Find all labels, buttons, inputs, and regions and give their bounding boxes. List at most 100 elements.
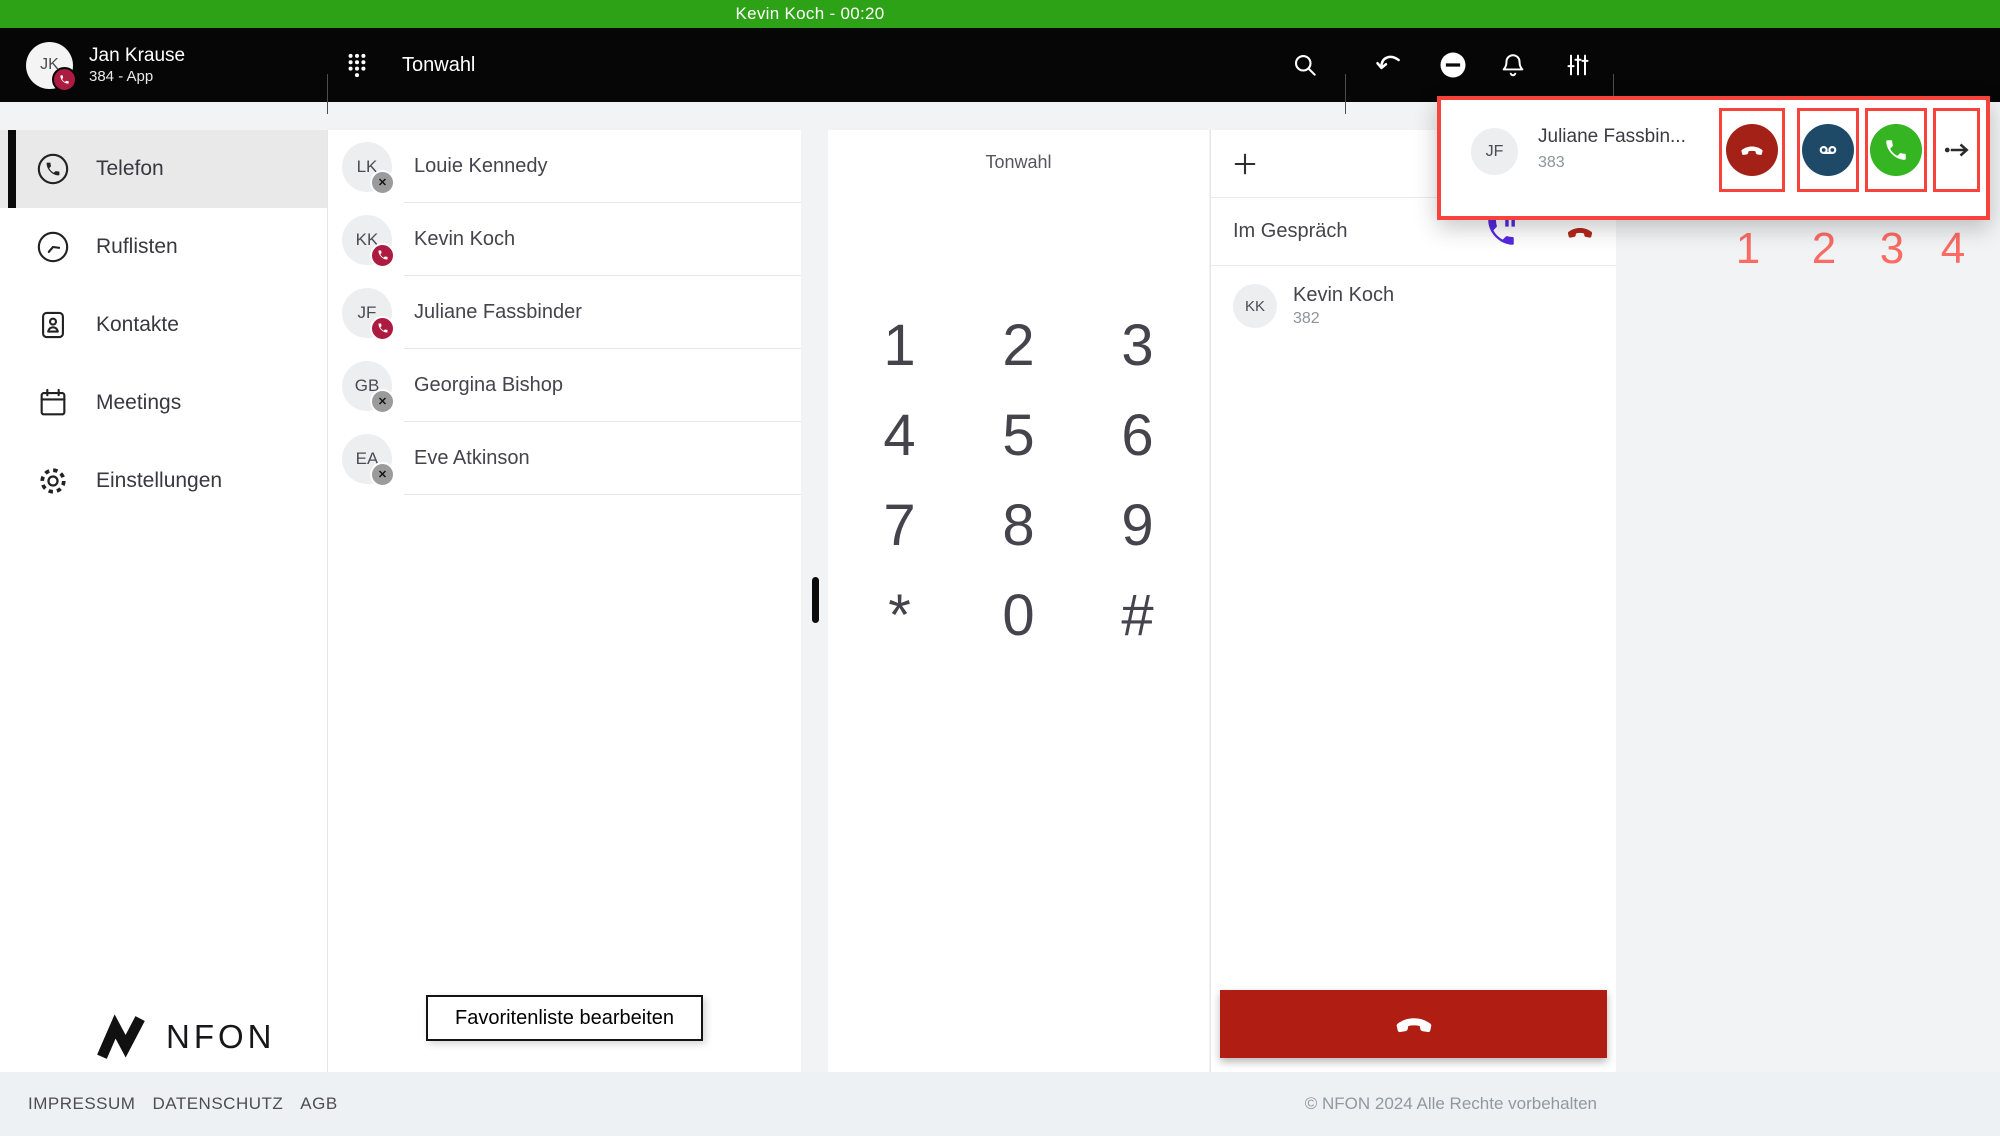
sidebar-item-label: Ruflisten — [96, 235, 178, 259]
sidebar-item-ruflisten[interactable]: Ruflisten — [0, 208, 327, 286]
sidebar-item-label: Einstellungen — [96, 469, 222, 493]
favorite-georgina-bishop[interactable]: GB ✕ Georgina Bishop — [328, 349, 801, 422]
audio-settings-sliders-icon[interactable] — [1562, 49, 1594, 81]
key-6[interactable]: 6 — [1078, 390, 1197, 480]
dialpad-panel: Tonwahl 1 2 3 4 5 6 7 8 9 * 0 # — [828, 130, 1209, 1072]
active-call-entry[interactable]: KK Kevin Koch 382 — [1211, 282, 1616, 330]
key-4[interactable]: 4 — [840, 390, 959, 480]
favorite-name: Louie Kennedy — [414, 155, 547, 178]
footer: IMPRESSUM DATENSCHUTZ AGB © NFON 2024 Al… — [0, 1072, 2000, 1136]
sidebar-item-einstellungen[interactable]: Einstellungen — [0, 442, 327, 520]
avatar: JK — [26, 42, 73, 89]
column-resize-handle[interactable] — [812, 577, 819, 623]
annotation-number-1: 1 — [1736, 224, 1760, 274]
key-5[interactable]: 5 — [959, 390, 1078, 480]
copyright-text: © NFON 2024 Alle Rechte vorbehalten — [1305, 1072, 1597, 1136]
remove-favorite-icon[interactable]: ✕ — [370, 170, 395, 195]
in-call-badge — [52, 67, 77, 92]
favorite-eve-atkinson[interactable]: EA ✕ Eve Atkinson — [328, 422, 801, 495]
accept-call-button[interactable] — [1870, 124, 1922, 176]
send-to-voicemail-button[interactable] — [1802, 124, 1854, 176]
sidebar-item-meetings[interactable]: Meetings — [0, 364, 327, 442]
call-contact-name: Kevin Koch — [1293, 282, 1394, 308]
favorite-name: Juliane Fassbinder — [414, 301, 582, 324]
decline-call-button[interactable] — [1726, 124, 1778, 176]
edit-favorites-button[interactable]: Favoritenliste bearbeiten — [426, 995, 703, 1041]
search-icon[interactable] — [1289, 49, 1321, 81]
phone-icon — [36, 152, 70, 186]
annotation-numbers: 1 2 3 4 — [1437, 224, 1990, 274]
user-name: Jan Krause — [89, 44, 185, 67]
hangup-icon — [1738, 136, 1766, 164]
key-2[interactable]: 2 — [959, 300, 1078, 390]
favorite-louie-kennedy[interactable]: LK ✕ Louie Kennedy — [328, 130, 801, 203]
current-user[interactable]: JK Jan Krause 384 - App — [26, 28, 185, 102]
annotation-box-4 — [1933, 108, 1980, 192]
hangup-button[interactable] — [1220, 990, 1607, 1058]
clock-icon — [36, 230, 70, 264]
in-call-badge — [370, 243, 395, 268]
annotation-number-4: 4 — [1941, 224, 1965, 274]
key-9[interactable]: 9 — [1078, 480, 1197, 570]
favorite-name: Georgina Bishop — [414, 374, 563, 397]
favorite-juliane-fassbinder[interactable]: JF Juliane Fassbinder — [328, 276, 801, 349]
softphone-app: Kevin Koch - 00:20 JK Jan Krause 384 - A… — [0, 0, 2000, 1136]
call-contact-number: 382 — [1293, 308, 1394, 330]
favorite-kevin-koch[interactable]: KK Kevin Koch — [328, 203, 801, 276]
caller-number: 383 — [1538, 154, 1565, 172]
nfon-logo-text: NFON — [166, 1018, 276, 1056]
avatar: GB ✕ — [342, 361, 392, 411]
phone-icon — [1883, 137, 1909, 163]
calendar-icon — [36, 386, 70, 420]
dialpad-icon — [346, 51, 368, 79]
hangup-icon — [1391, 1001, 1437, 1047]
remove-favorite-icon[interactable]: ✕ — [370, 462, 395, 487]
transfer-arrow-icon — [1942, 135, 1972, 165]
user-extension: 384 - App — [89, 67, 185, 87]
transfer-call-button[interactable] — [1936, 124, 1978, 176]
active-call-banner[interactable]: Kevin Koch - 00:20 — [0, 0, 2000, 28]
remove-favorite-icon[interactable]: ✕ — [370, 389, 395, 414]
header-divider — [327, 74, 328, 114]
nfon-logo-mark — [92, 1012, 154, 1062]
user-info: Jan Krause 384 - App — [89, 44, 185, 87]
avatar: KK — [1233, 284, 1277, 328]
key-hash[interactable]: # — [1078, 570, 1197, 660]
in-call-badge — [370, 316, 395, 341]
call-forwarding-icon[interactable] — [1372, 49, 1404, 81]
notifications-bell-icon[interactable] — [1497, 49, 1529, 81]
sidebar-item-kontakte[interactable]: Kontakte — [0, 286, 327, 364]
sidebar-item-label: Meetings — [96, 391, 181, 415]
dialpad-keys: 1 2 3 4 5 6 7 8 9 * 0 # — [840, 300, 1197, 660]
sidebar-item-label: Kontakte — [96, 313, 179, 337]
sidebar-item-label: Telefon — [96, 157, 164, 181]
nfon-logo: NFON — [92, 1012, 276, 1062]
favorite-name: Kevin Koch — [414, 228, 515, 251]
key-8[interactable]: 8 — [959, 480, 1078, 570]
page-title: Tonwahl — [402, 54, 475, 77]
avatar: JF — [342, 288, 392, 338]
avatar: JF — [1471, 128, 1518, 175]
footer-link-datenschutz[interactable]: DATENSCHUTZ — [152, 1094, 283, 1114]
annotation-number-3: 3 — [1880, 224, 1904, 274]
app-header: JK Jan Krause 384 - App Tonwahl — [0, 28, 2000, 102]
sidebar-item-telefon[interactable]: Telefon — [0, 130, 327, 208]
avatar: EA ✕ — [342, 434, 392, 484]
plus-icon[interactable] — [1231, 150, 1259, 178]
favorites-list: LK ✕ Louie Kennedy KK Kevin Koch JF Juli… — [328, 130, 801, 1072]
key-1[interactable]: 1 — [840, 300, 959, 390]
annotation-box-1 — [1719, 108, 1785, 192]
key-star[interactable]: * — [840, 570, 959, 660]
gear-icon — [36, 464, 70, 498]
key-3[interactable]: 3 — [1078, 300, 1197, 390]
dnd-status-icon[interactable] — [1437, 49, 1469, 81]
avatar: LK ✕ — [342, 142, 392, 192]
avatar: KK — [342, 215, 392, 265]
footer-link-impressum[interactable]: IMPRESSUM — [28, 1094, 135, 1114]
active-call-banner-text: Kevin Koch - 00:20 — [0, 0, 1620, 28]
footer-link-agb[interactable]: AGB — [300, 1094, 337, 1114]
key-0[interactable]: 0 — [959, 570, 1078, 660]
key-7[interactable]: 7 — [840, 480, 959, 570]
header-divider — [1345, 74, 1346, 114]
contact-card-icon — [36, 308, 70, 342]
